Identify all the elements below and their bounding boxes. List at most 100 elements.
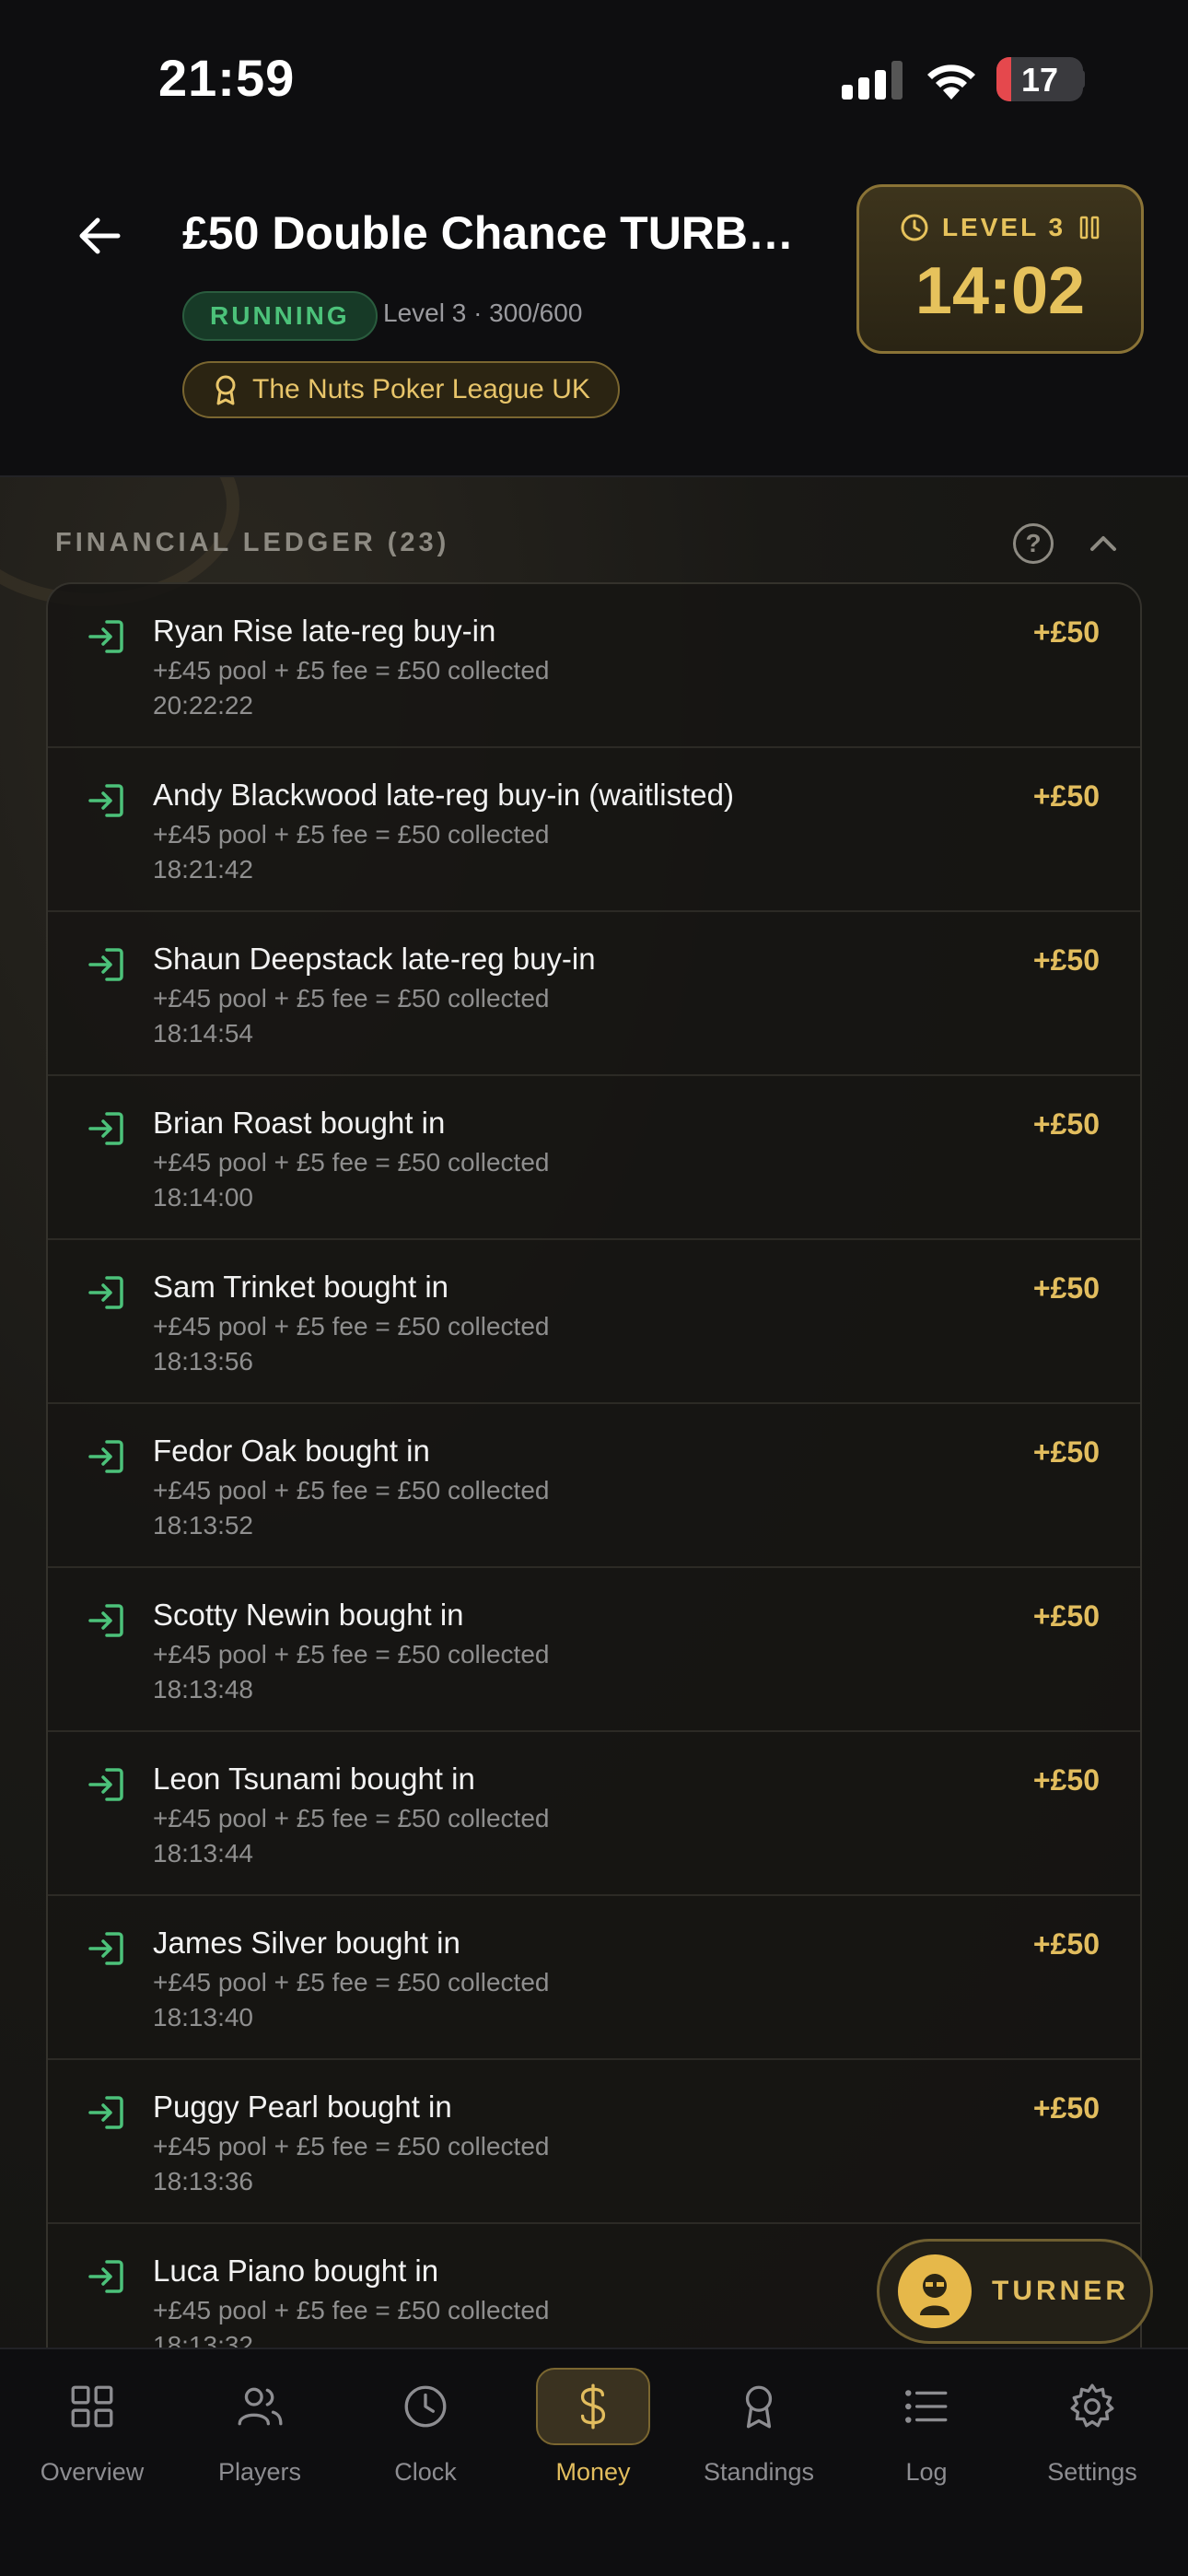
cellular-signal-icon [842, 61, 903, 100]
ledger-row-amount: +£50 [1032, 779, 1100, 813]
buy-in-icon [88, 1440, 123, 1473]
tab-label: Overview [40, 2458, 145, 2486]
ledger-row-amount: +£50 [1032, 1271, 1100, 1305]
ledger-row-time: 20:22:22 [153, 691, 253, 720]
tournament-director-button[interactable]: TURNER [877, 2239, 1153, 2344]
ledger-row-time: 18:13:56 [153, 1347, 253, 1376]
tab-label: Players [217, 2458, 302, 2486]
tab-label: Settings [1047, 2458, 1137, 2486]
ledger-row-amount: +£50 [1032, 1763, 1100, 1797]
director-name: TURNER [992, 2276, 1129, 2306]
ledger-row[interactable]: Andy Blackwood late-reg buy-in (waitlist… [48, 748, 1140, 912]
ledger-row-title: Andy Blackwood late-reg buy-in (waitlist… [153, 778, 734, 812]
ledger-row[interactable]: Brian Roast bought in +£45 pool + £5 fee… [48, 1076, 1140, 1240]
tab-label: Money [555, 2458, 631, 2486]
buy-in-icon [88, 1604, 123, 1637]
director-avatar-icon [920, 2274, 949, 2315]
ledger-row-detail: +£45 pool + £5 fee = £50 collected [153, 1476, 550, 1505]
avatar [898, 2254, 972, 2328]
ledger-row[interactable]: Fedor Oak bought in +£45 pool + £5 fee =… [48, 1404, 1140, 1568]
ledger-row-amount: +£50 [1032, 2091, 1100, 2125]
ledger-row-time: 18:13:44 [153, 1839, 253, 1868]
ledger-row-title: Shaun Deepstack late-reg buy-in [153, 942, 596, 976]
clock-level-label: LEVEL 3 [941, 213, 1066, 241]
chevron-up-icon[interactable] [1085, 525, 1122, 562]
ledger-row-detail: +£45 pool + £5 fee = £50 collected [153, 1148, 550, 1177]
help-icon[interactable]: ? [1013, 523, 1054, 564]
ledger-row-detail: +£45 pool + £5 fee = £50 collected [153, 820, 550, 849]
ledger-row[interactable]: Ryan Rise late-reg buy-in +£45 pool + £5… [48, 584, 1140, 748]
buy-in-icon [88, 1112, 123, 1145]
level-info: Level 3 · 300/600 [383, 299, 583, 327]
tab-overview[interactable]: Overview [18, 2368, 166, 2506]
ledger-row-detail: +£45 pool + £5 fee = £50 collected [153, 2132, 550, 2160]
ledger-title: FINANCIAL LEDGER (23) [55, 527, 450, 557]
ledger-list: Ryan Rise late-reg buy-in +£45 pool + £5… [46, 582, 1142, 2348]
ledger-row[interactable]: Leon Tsunami bought in +£45 pool + £5 fe… [48, 1732, 1140, 1896]
tournament-header: £50 Double Chance TURB… RUNNING Level 3 … [0, 157, 1188, 477]
ledger-row-detail: +£45 pool + £5 fee = £50 collected [153, 984, 550, 1013]
ledger-row-time: 18:13:32 [153, 2331, 253, 2348]
clock-icon [901, 214, 928, 241]
ledger-row-amount: +£50 [1032, 1599, 1100, 1633]
ledger-row-time: 18:14:54 [153, 1019, 253, 1048]
gear-icon [1070, 2383, 1114, 2428]
buy-in-icon [88, 2260, 123, 2293]
league-badge[interactable]: The Nuts Poker League UK [182, 361, 620, 418]
ledger-row-title: Luca Piano bought in [153, 2254, 439, 2288]
buy-in-icon [88, 1768, 123, 1801]
ledger-row-detail: +£45 pool + £5 fee = £50 collected [153, 656, 550, 685]
ledger-row-detail: +£45 pool + £5 fee = £50 collected [153, 1312, 550, 1341]
tab-settings[interactable]: Settings [1019, 2368, 1166, 2506]
buy-in-icon [88, 620, 123, 653]
ledger-row[interactable]: James Silver bought in +£45 pool + £5 fe… [48, 1896, 1140, 2060]
tab-log[interactable]: Log [853, 2368, 1000, 2506]
ledger-section: FINANCIAL LEDGER (23) ? Ryan Rise late-r… [0, 477, 1188, 2348]
ledger-row-time: 18:13:40 [153, 2003, 253, 2032]
ledger-row-amount: +£50 [1032, 1435, 1100, 1469]
ledger-row-amount: +£50 [1032, 943, 1100, 977]
ledger-row[interactable]: Puggy Pearl bought in +£45 pool + £5 fee… [48, 2060, 1140, 2224]
ledger-row-title: Scotty Newin bought in [153, 1598, 464, 1632]
status-badge: RUNNING [182, 291, 378, 341]
tab-label: Clock [394, 2458, 457, 2486]
buy-in-icon [88, 784, 123, 817]
ledger-row-title: James Silver bought in [153, 1926, 460, 1960]
wifi-icon [927, 64, 975, 100]
ledger-row[interactable]: Sam Trinket bought in +£45 pool + £5 fee… [48, 1240, 1140, 1404]
ledger-row-title: Leon Tsunami bought in [153, 1762, 475, 1796]
pause-icon [1079, 216, 1100, 240]
status-time: 21:59 [158, 49, 296, 107]
tab-clock[interactable]: Clock [352, 2368, 499, 2506]
tab-standings[interactable]: Standings [685, 2368, 833, 2506]
buy-in-icon [88, 1932, 123, 1965]
ledger-row-detail: +£45 pool + £5 fee = £50 collected [153, 1640, 550, 1669]
ledger-row-title: Fedor Oak bought in [153, 1434, 430, 1468]
ledger-row-time: 18:13:48 [153, 1675, 253, 1704]
arrow-left-icon [79, 217, 121, 254]
ledger-row[interactable]: Shaun Deepstack late-reg buy-in +£45 poo… [48, 912, 1140, 1076]
ledger-row-title: Puggy Pearl bought in [153, 2090, 452, 2124]
ledger-row-amount: +£50 [1032, 1107, 1100, 1141]
ledger-row-detail: +£45 pool + £5 fee = £50 collected [153, 2296, 550, 2324]
ledger-row[interactable]: Scotty Newin bought in +£45 pool + £5 fe… [48, 1568, 1140, 1732]
tab-money[interactable]: Money [519, 2368, 667, 2506]
back-button[interactable] [70, 206, 129, 265]
grid-icon [71, 2385, 113, 2428]
tab-bar: Overview Players Clock Money Standings L… [0, 2348, 1188, 2576]
clock-card[interactable]: LEVEL 3 14:02 [856, 184, 1144, 354]
ledger-row-detail: +£45 pool + £5 fee = £50 collected [153, 1968, 550, 1996]
tab-label: Standings [703, 2458, 815, 2486]
ledger-row-title: Ryan Rise late-reg buy-in [153, 614, 496, 648]
buy-in-icon [88, 948, 123, 981]
ledger-row-time: 18:14:00 [153, 1183, 253, 1212]
tab-players[interactable]: Players [186, 2368, 333, 2506]
ledger-row-time: 18:13:36 [153, 2167, 253, 2195]
ledger-row-amount: +£50 [1032, 1927, 1100, 1961]
ledger-row-title: Brian Roast bought in [153, 1106, 446, 1140]
list-icon [905, 2390, 948, 2423]
page-title: £50 Double Chance TURB… [182, 207, 795, 259]
battery-level: 17 [1020, 61, 1059, 99]
award-icon [745, 2385, 773, 2429]
users-icon [238, 2387, 283, 2426]
